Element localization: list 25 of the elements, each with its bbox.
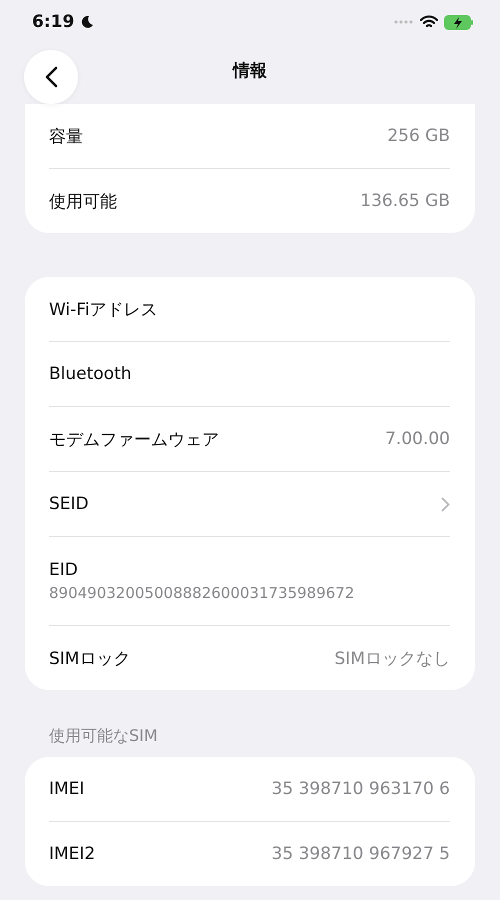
- row-label: IMEI2: [49, 844, 96, 864]
- row-value: 35 398710 967927 5: [272, 844, 450, 864]
- row-label: SEID: [49, 494, 90, 514]
- row-label: Bluetooth: [49, 364, 133, 384]
- row-label: EID: [49, 560, 78, 580]
- row-value: 7.00.00: [385, 429, 450, 449]
- row-label: 使用可能: [49, 190, 118, 212]
- row-label: 容量: [49, 126, 84, 148]
- row-value: 35 398710 963170 6: [272, 779, 450, 799]
- status-time: 6:19: [32, 12, 74, 32]
- back-chevron-icon: [44, 66, 58, 88]
- row-label: SIMロック: [49, 648, 132, 670]
- row-value: SIMロックなし: [334, 648, 450, 670]
- page-title: 情報: [233, 60, 267, 82]
- battery-charging-icon: [444, 14, 474, 30]
- row-label: Wi-Fiアドレス: [49, 298, 159, 320]
- row-label: IMEI: [49, 779, 86, 799]
- section-header: 使用可能なSIM: [49, 726, 159, 747]
- row-value: 256 GB: [387, 126, 450, 146]
- wifi-icon: [420, 15, 438, 29]
- signal-icon: [394, 19, 414, 25]
- row-value: 89049032005008882600031735989672: [49, 584, 354, 602]
- moon-icon: [80, 15, 94, 29]
- row-label: モデムファームウェア: [49, 428, 220, 450]
- row-value: 136.65 GB: [360, 191, 450, 211]
